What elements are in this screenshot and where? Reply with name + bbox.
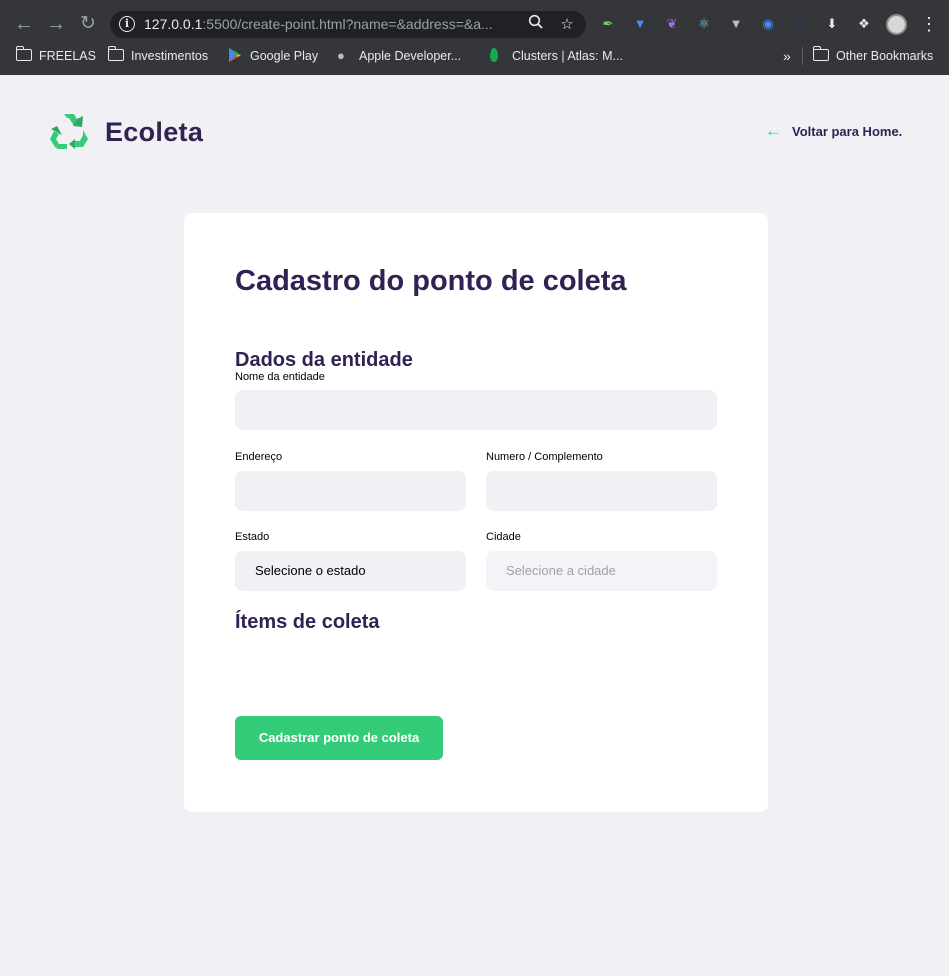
- address-label: Endereço: [235, 451, 283, 463]
- folder-icon: [107, 46, 124, 61]
- profile-avatar[interactable]: [886, 14, 907, 35]
- browser-chrome: ← → ↻ i 127.0.0.1:5500/create-point.html…: [0, 0, 949, 75]
- extensions-puzzle-icon[interactable]: ❖: [854, 14, 874, 34]
- bookmark-label: Clusters | Atlas: M...: [512, 49, 623, 63]
- url-host: 127.0.0.1: [144, 16, 203, 32]
- extension-a-icon[interactable]: Ⓐ: [790, 14, 810, 34]
- url-text[interactable]: 127.0.0.1:5500/create-point.html?name=&a…: [144, 16, 514, 32]
- bookmark-label: Investimentos: [131, 49, 209, 63]
- city-label: Cidade: [486, 531, 521, 543]
- folder-icon: [15, 46, 32, 61]
- extension-circle-icon[interactable]: ◉: [758, 14, 778, 34]
- bookmark-label: FREELAS: [39, 49, 96, 63]
- extension-pen-icon[interactable]: ✒: [598, 14, 618, 34]
- section-title-items: Ítems de coleta: [235, 611, 380, 633]
- bookmark-label: Google Play: [250, 49, 319, 63]
- address-input[interactable]: [235, 471, 466, 511]
- bookmark-investimentos[interactable]: Investimentos: [107, 46, 209, 65]
- react-devtools-icon[interactable]: ⚛: [694, 14, 714, 34]
- google-play-icon: [229, 48, 241, 62]
- create-point-form: Cadastro do ponto de coleta Dados da ent…: [184, 213, 768, 812]
- bookmark-label: Apple Developer...: [359, 49, 462, 63]
- mongodb-leaf-icon: [490, 48, 498, 62]
- back-link-label: Voltar para Home.: [792, 124, 903, 139]
- recycle-icon: [50, 114, 88, 149]
- url-path: :5500/create-point.html?name=&address=&a…: [202, 16, 493, 32]
- folder-icon: [812, 46, 829, 61]
- address-bar[interactable]: i 127.0.0.1:5500/create-point.html?name=…: [110, 11, 586, 38]
- bookmark-label: Other Bookmarks: [836, 49, 934, 63]
- page-title: Cadastro do ponto de coleta: [235, 265, 627, 297]
- other-bookmarks[interactable]: Other Bookmarks: [812, 46, 934, 65]
- extension-arrow-down-icon[interactable]: ⬇: [822, 14, 842, 34]
- bookmark-star-icon[interactable]: ☆: [556, 14, 578, 36]
- bookmark-freelas[interactable]: FREELAS: [15, 46, 96, 65]
- number-complement-input[interactable]: [486, 471, 717, 511]
- site-info-icon[interactable]: i: [119, 16, 135, 32]
- extension-feather-icon[interactable]: ❦: [662, 14, 682, 34]
- state-select[interactable]: Selecione o estado: [235, 551, 466, 591]
- state-label: Estado: [235, 531, 270, 543]
- vue-devtools-icon[interactable]: ▼: [726, 14, 746, 34]
- bookmark-apple-developer[interactable]: ● Apple Developer...: [337, 47, 461, 65]
- bookmarks-overflow-button[interactable]: »: [783, 47, 791, 65]
- zoom-search-icon[interactable]: [525, 14, 547, 36]
- apple-icon: ●: [337, 48, 345, 63]
- entity-name-input[interactable]: [235, 390, 717, 430]
- brand-name: Ecoleta: [105, 117, 204, 147]
- forward-arrow-icon[interactable]: →: [42, 10, 70, 38]
- number-label: Numero / Complemento: [486, 451, 603, 463]
- bookmark-atlas-clusters[interactable]: Clusters | Atlas: M...: [490, 47, 623, 65]
- extension-download-icon[interactable]: ▼: [630, 14, 650, 34]
- back-to-home-link[interactable]: ← Voltar para Home.: [765, 121, 902, 141]
- bookmark-google-play[interactable]: Google Play: [227, 47, 318, 65]
- city-select[interactable]: Selecione a cidade: [486, 551, 717, 591]
- reload-icon[interactable]: ↻: [74, 10, 102, 38]
- page-content: Ecoleta ← Voltar para Home. Cadastro do p…: [3, 75, 949, 976]
- section-title-entity: Dados da entidade: [235, 349, 413, 371]
- submit-button[interactable]: Cadastrar ponto de coleta: [235, 716, 443, 760]
- bookmarks-divider: [802, 47, 803, 65]
- name-label: Nome da entidade: [235, 371, 325, 383]
- menu-kebab-icon[interactable]: ⋮: [920, 12, 938, 36]
- back-arrow-icon[interactable]: ←: [10, 10, 38, 38]
- bookmarks-bar: FREELAS Investimentos Google Play ● Apple…: [0, 42, 949, 70]
- arrow-left-icon: ←: [765, 121, 782, 140]
- browser-toolbar: ← → ↻ i 127.0.0.1:5500/create-point.html…: [0, 6, 949, 42]
